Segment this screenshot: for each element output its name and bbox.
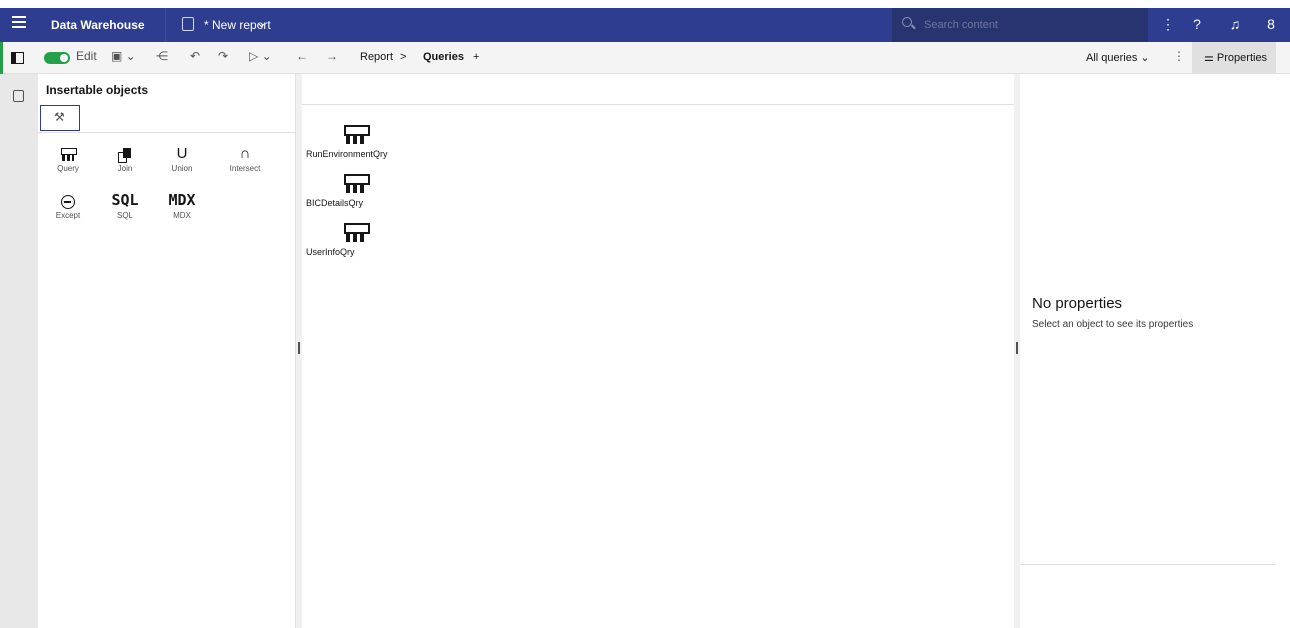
wrench-icon: ⚒: [54, 110, 65, 124]
all-queries-label: All queries: [1086, 52, 1138, 64]
all-queries-dropdown[interactable]: All queries ⌄: [1086, 51, 1150, 64]
no-properties-hint: Select an object to see its properties: [1032, 319, 1194, 330]
left-rail: [0, 74, 38, 628]
breadcrumb-separator: >: [400, 51, 407, 63]
redo-icon[interactable]: ↷: [218, 49, 228, 63]
insertable-mdx[interactable]: MDX MDX: [152, 187, 212, 220]
divider: [38, 132, 296, 133]
app-title[interactable]: Data Warehouse: [51, 18, 145, 32]
insertable-except[interactable]: Except: [38, 187, 98, 220]
insertable-join[interactable]: Join: [95, 140, 155, 173]
join-icon: [118, 148, 132, 163]
toolbox-tab[interactable]: ⚒: [40, 105, 80, 131]
query-icon: [61, 148, 77, 162]
toolbar: Edit ▣ ⌄ ⋲ ↶ ↷ ▷ ⌄ ← → Report > Queries …: [0, 42, 1290, 74]
insertable-intersect[interactable]: ∩ Intersect: [215, 140, 275, 173]
notification-icon[interactable]: ♫: [1226, 16, 1244, 32]
query-item[interactable]: UserInfoQry: [306, 223, 436, 257]
object-label: Query: [57, 164, 79, 173]
splitter-grip[interactable]: [298, 342, 300, 354]
clipboard-icon: [182, 17, 194, 31]
overflow-menu-icon[interactable]: ⋮: [1173, 49, 1185, 63]
app-header: Data Warehouse * New report ⌄ ⋮ ? ♫ 8: [0, 8, 1290, 42]
insertable-sql[interactable]: SQL SQL: [95, 187, 155, 220]
object-label: Union: [171, 164, 193, 173]
insertable-objects-panel: Insertable objects ⚒ Query Join U Union …: [38, 74, 296, 628]
sliders-icon: ⚌: [1204, 52, 1217, 64]
search-input[interactable]: [924, 16, 1124, 34]
object-label: Except: [55, 211, 81, 220]
search-icon: [902, 17, 912, 27]
add-query-button[interactable]: +: [473, 51, 479, 63]
properties-button[interactable]: ⚌ Properties: [1192, 42, 1276, 74]
query-icon: [344, 174, 370, 194]
header-divider: [165, 8, 166, 42]
chevron-down-icon[interactable]: ⌄: [256, 15, 267, 31]
panel-title: Insertable objects: [46, 83, 149, 97]
run-icon[interactable]: ▷ ⌄: [249, 49, 272, 63]
search-box[interactable]: [892, 8, 1148, 42]
overflow-menu-icon[interactable]: ⋮: [1159, 16, 1177, 33]
query-name: RunEnvironmentQry: [306, 149, 388, 159]
chevron-down-icon: ⌄: [1140, 52, 1150, 64]
query-icon: [344, 125, 370, 145]
object-label: Intersect: [229, 164, 261, 173]
hamburger-icon[interactable]: [12, 16, 26, 30]
breadcrumb-report[interactable]: Report: [360, 51, 393, 63]
insertable-union[interactable]: U Union: [152, 140, 212, 173]
save-icon[interactable]: ▣ ⌄: [111, 49, 136, 63]
side-panel-toggle-icon[interactable]: [11, 52, 24, 64]
mdx-icon: MDX: [168, 191, 196, 209]
forward-icon[interactable]: →: [326, 49, 338, 63]
clipboard-icon[interactable]: [13, 90, 24, 102]
union-icon: U: [176, 145, 188, 162]
share-icon[interactable]: ⋲: [156, 49, 168, 63]
properties-panel: No properties Select an object to see it…: [1020, 74, 1290, 628]
splitter-grip[interactable]: [1016, 342, 1018, 354]
back-icon[interactable]: ←: [296, 49, 308, 63]
no-properties-title: No properties: [1032, 295, 1123, 312]
undo-icon[interactable]: ↶: [190, 49, 200, 63]
insertable-query[interactable]: Query: [38, 140, 98, 173]
query-name: BICDetailsQry: [306, 198, 364, 208]
object-label: SQL: [116, 211, 133, 220]
query-name: UserInfoQry: [306, 247, 355, 257]
canvas-divider: [302, 104, 1014, 105]
object-label: Join: [117, 164, 133, 173]
divider: [1020, 564, 1276, 565]
sql-icon: SQL: [111, 191, 139, 209]
query-item[interactable]: BICDetailsQry: [306, 174, 436, 208]
breadcrumb-queries[interactable]: Queries: [423, 51, 464, 63]
query-item[interactable]: RunEnvironmentQry: [306, 125, 436, 159]
edit-label: Edit: [76, 49, 97, 63]
object-label: MDX: [173, 211, 191, 220]
user-icon[interactable]: 8: [1262, 16, 1280, 32]
intersect-icon: ∩: [239, 145, 251, 162]
properties-label: Properties: [1216, 52, 1268, 64]
edit-toggle[interactable]: [44, 52, 70, 64]
except-icon: [61, 195, 75, 209]
edit-mode-indicator: [0, 42, 3, 74]
queries-canvas[interactable]: RunEnvironmentQry BICDetailsQry UserInfo…: [302, 74, 1014, 628]
query-icon: [344, 223, 370, 243]
help-icon[interactable]: ?: [1188, 16, 1206, 32]
